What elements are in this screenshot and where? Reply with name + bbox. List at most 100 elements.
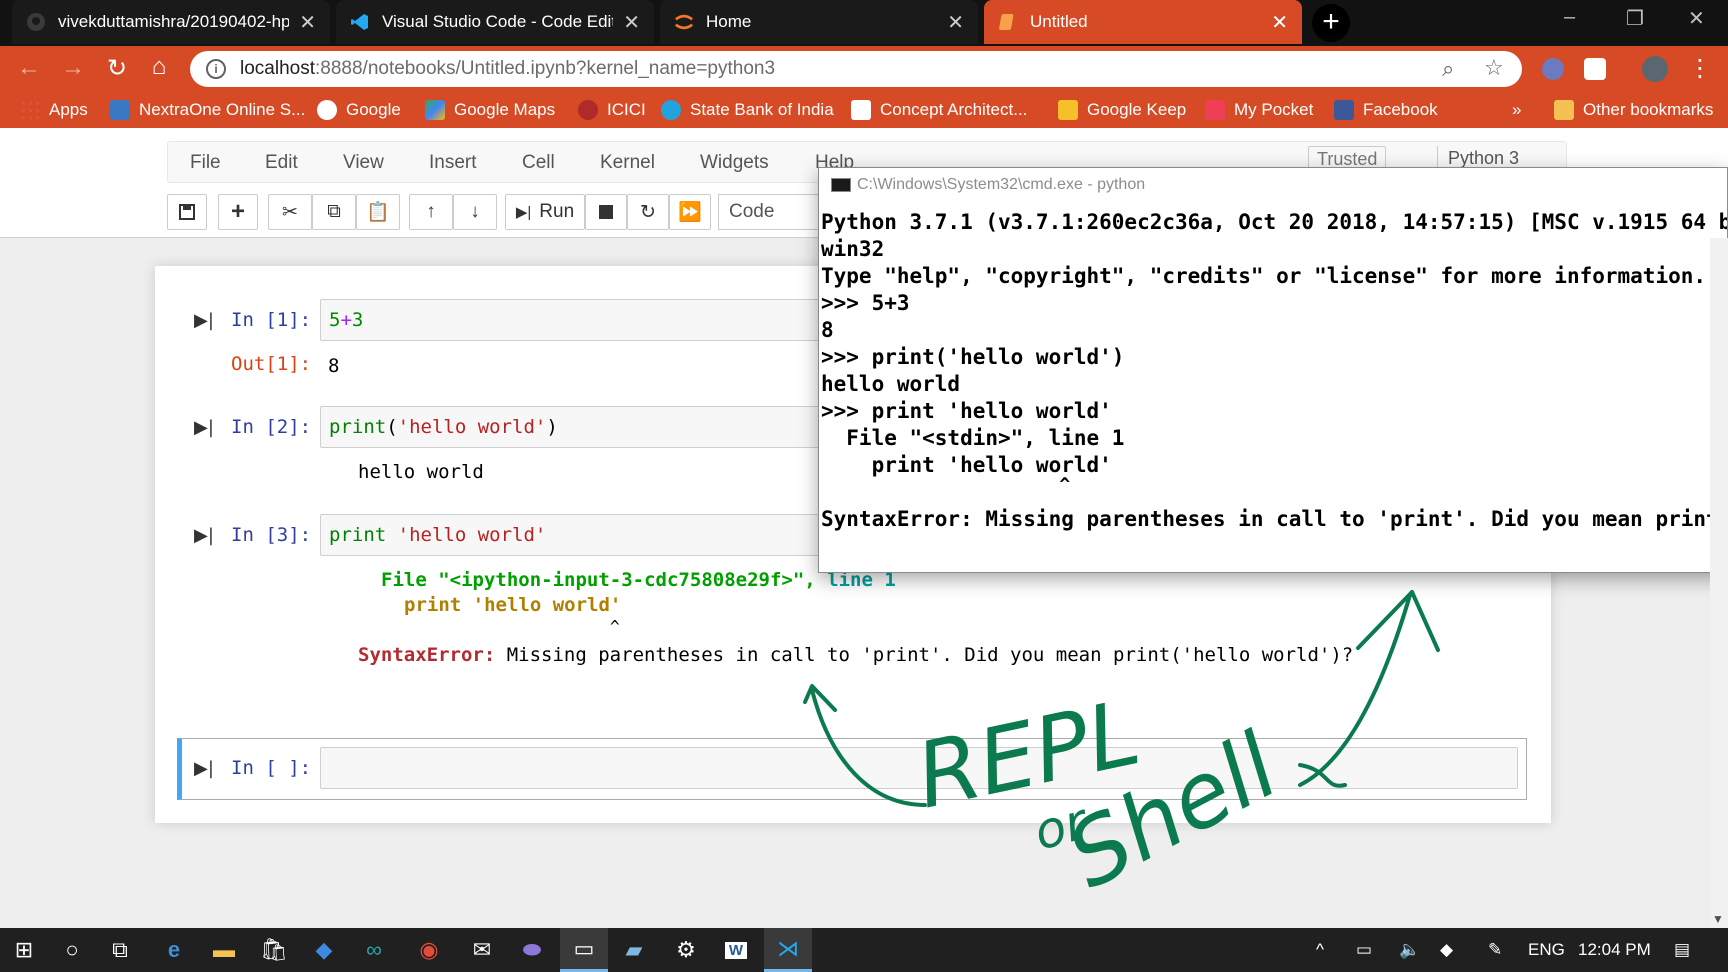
bookmark-apps[interactable]: Apps — [20, 100, 88, 120]
home-icon[interactable]: ⌂ — [144, 53, 174, 81]
explorer-taskbar-button[interactable]: ▬ — [200, 928, 248, 972]
vscode-taskbar-button[interactable]: ⋊ — [764, 928, 812, 972]
minimize-icon[interactable]: – — [1564, 6, 1575, 29]
bookmark-facebook[interactable]: Facebook — [1334, 100, 1438, 120]
star-icon[interactable]: ☆ — [1484, 55, 1504, 81]
scissors-icon: ✂ — [282, 201, 298, 223]
tray-expand-icon[interactable]: ^ — [1316, 940, 1324, 960]
menu-widgets[interactable]: Widgets — [700, 152, 769, 174]
volume-icon[interactable]: 🔈 — [1399, 940, 1420, 960]
menu-icon[interactable]: ⋮ — [1685, 54, 1715, 83]
notes-taskbar-button[interactable]: ▰ — [610, 928, 658, 972]
input-prompt: In [1]: — [231, 309, 312, 331]
address-bar[interactable]: i localhost:8888/notebooks/Untitled.ipyn… — [190, 51, 1522, 87]
close-icon[interactable]: ✕ — [1271, 10, 1288, 35]
bookmark-icici[interactable]: ICICI — [578, 100, 646, 120]
console-line: Python 3.7.1 (v3.7.1:260ec2c36a, Oct 20 … — [821, 210, 1728, 234]
move-down-button[interactable]: ↓ — [453, 194, 497, 230]
forward-icon[interactable]: → — [58, 54, 88, 82]
bookmark-concept-architect[interactable]: Concept Architect... — [851, 100, 1027, 120]
restore-icon[interactable]: ❐ — [1626, 6, 1644, 31]
bookmark-google[interactable]: Google — [317, 100, 401, 120]
menu-kernel[interactable]: Kernel — [600, 152, 655, 174]
extension-icon[interactable] — [1542, 58, 1564, 80]
menu-view[interactable]: View — [343, 152, 384, 174]
clock[interactable]: 12:04 PM — [1578, 940, 1651, 960]
insert-cell-button[interactable]: + — [218, 194, 258, 230]
cmd-titlebar[interactable]: C:\Windows\System32\cmd.exe - python — [819, 168, 1727, 202]
pen-icon[interactable]: ✎ — [1488, 940, 1502, 960]
input-language[interactable]: ENG — [1528, 940, 1565, 960]
cell-type-select[interactable]: Code — [718, 194, 828, 230]
word-taskbar-button[interactable]: W — [712, 928, 760, 972]
cmd-window[interactable]: C:\Windows\System32\cmd.exe - python Pyt… — [818, 167, 1728, 573]
edge-taskbar-button[interactable]: e — [150, 928, 198, 972]
restart-button[interactable]: ↻ — [627, 194, 669, 230]
info-icon[interactable]: i — [206, 59, 226, 79]
icici-icon — [578, 100, 598, 120]
bookmark-sbi[interactable]: State Bank of India — [661, 100, 834, 120]
chrome-taskbar-button[interactable]: ◉ — [405, 928, 453, 972]
interrupt-button[interactable] — [585, 194, 627, 230]
code-cell-input[interactable]: 5+3 — [320, 299, 840, 341]
move-up-button[interactable]: ↑ — [409, 194, 453, 230]
zoom-icon[interactable]: ⌕ — [1442, 56, 1454, 82]
close-icon[interactable]: ✕ — [623, 10, 640, 35]
save-button[interactable] — [167, 194, 207, 230]
store-taskbar-button[interactable]: 🛍 — [250, 928, 298, 972]
notifications-icon[interactable]: ▤ — [1674, 940, 1690, 960]
tab-untitled[interactable]: Untitled ✕ — [984, 0, 1302, 44]
reload-icon[interactable]: ↻ — [102, 54, 132, 83]
paste-button[interactable]: 📋 — [356, 194, 400, 230]
bookmark-nextraone[interactable]: NextraOne Online S... — [110, 100, 305, 120]
menu-insert[interactable]: Insert — [429, 152, 477, 174]
cortana-button[interactable]: ○ — [48, 928, 96, 972]
tab-home[interactable]: Home ✕ — [660, 0, 978, 44]
restart-run-all-button[interactable]: ⏩ — [669, 194, 711, 230]
code-cell-input[interactable]: print 'hello world' — [320, 514, 840, 556]
run-cell-icon[interactable]: ▶| — [194, 758, 214, 779]
tab-vscode[interactable]: Visual Studio Code - Code Editin ✕ — [336, 0, 654, 44]
menu-cell[interactable]: Cell — [522, 152, 555, 174]
scroll-down-icon[interactable]: ▼ — [1712, 912, 1724, 926]
run-cell-icon[interactable]: ▶| — [194, 525, 214, 546]
paste-icon: 📋 — [366, 202, 390, 223]
app-taskbar-button[interactable]: ⬬ — [508, 928, 556, 972]
close-icon[interactable]: ✕ — [947, 10, 964, 35]
close-icon[interactable]: ✕ — [299, 10, 316, 35]
mail-taskbar-button[interactable]: ✉ — [458, 928, 506, 972]
bookmark-google-keep[interactable]: Google Keep — [1058, 100, 1186, 120]
battery-icon[interactable]: ▭ — [1356, 940, 1372, 960]
run-button[interactable]: ▶| Run — [505, 194, 585, 230]
tab-title: Home — [706, 12, 752, 31]
copy-button[interactable]: ⧉ — [312, 194, 356, 230]
dropbox-taskbar-button[interactable]: ◆ — [300, 928, 348, 972]
bookmark-google-maps[interactable]: Google Maps — [425, 100, 555, 120]
vscode-icon — [350, 12, 370, 32]
cmd-title: C:\Windows\System32\cmd.exe - python — [857, 176, 1146, 193]
bookmark-my-pocket[interactable]: My Pocket — [1205, 100, 1313, 120]
run-cell-icon[interactable]: ▶| — [194, 310, 214, 331]
tab-github[interactable]: vivekduttamishra/20190402-hp-p ✕ — [12, 0, 330, 44]
settings-taskbar-button[interactable]: ⚙ — [662, 928, 710, 972]
task-view-button[interactable]: ⧉ — [96, 928, 144, 972]
start-button[interactable]: ⊞ — [0, 928, 48, 972]
code-cell-input[interactable] — [320, 747, 1518, 789]
close-window-icon[interactable]: ✕ — [1688, 6, 1705, 31]
code-cell-input[interactable]: print('hello world') — [320, 406, 840, 448]
back-icon[interactable]: ← — [14, 54, 44, 82]
new-tab-button[interactable]: + — [1312, 4, 1350, 42]
cut-button[interactable]: ✂ — [268, 194, 312, 230]
menu-edit[interactable]: Edit — [265, 152, 298, 174]
tab-title: Visual Studio Code - Code Editin — [382, 12, 614, 31]
page-scrollbar[interactable] — [1710, 238, 1728, 928]
menu-file[interactable]: File — [190, 152, 221, 174]
run-cell-icon[interactable]: ▶| — [194, 417, 214, 438]
bookmarks-overflow-button[interactable]: » — [1512, 100, 1521, 120]
dropbox-tray-icon[interactable]: ◆ — [1440, 940, 1453, 960]
other-bookmarks[interactable]: Other bookmarks — [1554, 100, 1713, 120]
cmd-taskbar-button[interactable]: ▭ — [560, 928, 608, 972]
extension-icon[interactable] — [1584, 58, 1606, 80]
avatar[interactable] — [1642, 56, 1668, 82]
arduino-taskbar-button[interactable]: ∞ — [350, 928, 398, 972]
